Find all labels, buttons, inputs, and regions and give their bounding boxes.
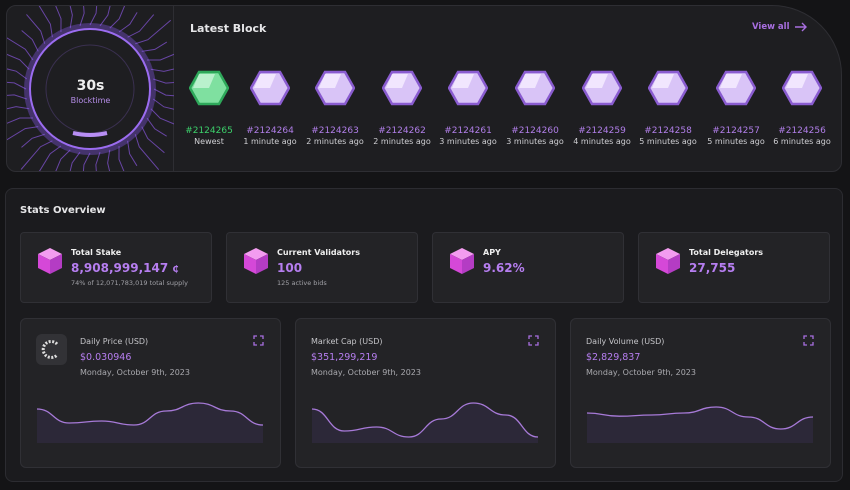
block-number: #2124257 [712, 126, 760, 136]
token-logo [36, 334, 67, 365]
sparkline-area [587, 407, 813, 443]
block-gem-icon [716, 70, 756, 106]
block-item[interactable]: #2124256 6 minutes ago [769, 70, 835, 146]
cube-icon [38, 248, 62, 274]
block-number: #2124258 [644, 126, 692, 136]
chart-label: Daily Volume (USD) [586, 337, 665, 346]
stat-value: 9.62% [483, 261, 525, 275]
chart-date: Monday, October 9th, 2023 [80, 368, 190, 377]
block-time: 6 minutes ago [773, 137, 831, 146]
block-number: #2124259 [578, 126, 626, 136]
chart-value: $351,299,219 [311, 352, 378, 363]
block-gem-icon [448, 70, 488, 106]
view-all-label: View all [752, 22, 790, 32]
block-item[interactable]: #2124259 4 minutes ago [569, 70, 635, 146]
block-gem-icon [315, 70, 355, 106]
chart-value: $0.030946 [80, 352, 132, 363]
stat-subtext: 125 active bids [277, 279, 327, 287]
block-number: #2124265 [185, 126, 233, 136]
blocktime-value: 30s [76, 78, 105, 94]
sparkline-chart [587, 406, 813, 443]
block-item[interactable]: #2124265 Newest [176, 70, 242, 146]
blocktime-label: Blocktime [70, 96, 111, 105]
block-time: Newest [194, 137, 224, 146]
stat-label: Current Validators [277, 248, 360, 257]
chart-value: $2,829,837 [586, 352, 641, 363]
block-time: 4 minutes ago [573, 137, 631, 146]
cube-icon [656, 248, 680, 274]
block-time: 5 minutes ago [707, 137, 765, 146]
chart-label: Market Cap (USD) [311, 337, 383, 346]
sparkline-chart [312, 402, 538, 443]
block-number: #2124256 [778, 126, 826, 136]
latest-block-panel: 30s Blocktime Latest Block View all #212… [6, 5, 842, 172]
view-all-link[interactable]: View all [752, 22, 808, 32]
expand-icon[interactable] [803, 335, 814, 346]
latest-block-title: Latest Block [190, 22, 267, 35]
block-number: #2124262 [378, 126, 426, 136]
sparkline-chart [37, 402, 263, 443]
stat-label: APY [483, 248, 501, 257]
chart-label: Daily Price (USD) [80, 337, 149, 346]
block-time: 3 minutes ago [506, 137, 564, 146]
sparkline-area [312, 403, 538, 443]
block-number: #2124264 [246, 126, 294, 136]
stat-card: Current Validators 100 125 active bids [226, 232, 418, 303]
block-item[interactable]: #2124260 3 minutes ago [502, 70, 568, 146]
block-time: 2 minutes ago [306, 137, 364, 146]
block-gem-icon [582, 70, 622, 106]
stats-overview-panel: Stats Overview Total Stake 8,908,999,147 … [5, 188, 843, 482]
cube-icon [244, 248, 268, 274]
stat-label: Total Stake [71, 248, 122, 257]
block-item[interactable]: #2124262 2 minutes ago [369, 70, 435, 146]
block-time: 1 minute ago [243, 137, 297, 146]
block-item[interactable]: #2124264 1 minute ago [237, 70, 303, 146]
stat-value: 27,755 [689, 261, 736, 275]
cube-icon [450, 248, 474, 274]
block-item[interactable]: #2124263 2 minutes ago [302, 70, 368, 146]
block-number: #2124261 [444, 126, 492, 136]
block-item[interactable]: #2124261 3 minutes ago [435, 70, 501, 146]
arrow-right-icon [795, 22, 808, 32]
block-time: 5 minutes ago [639, 137, 697, 146]
stat-card: APY 9.62% [432, 232, 624, 303]
stats-title: Stats Overview [20, 205, 106, 216]
chart-date: Monday, October 9th, 2023 [311, 368, 421, 377]
stat-card: Total Stake 8,908,999,147 ₵ 74% of 12,071,… [20, 232, 212, 303]
block-gem-icon [515, 70, 555, 106]
block-number: #2124260 [511, 126, 559, 136]
stat-label: Total Delegators [689, 248, 764, 257]
stat-card: Total Delegators 27,755 [638, 232, 830, 303]
chart-card: Daily Price (USD) $0.030946 Monday, Octo… [20, 318, 281, 468]
chart-date: Monday, October 9th, 2023 [586, 368, 696, 377]
block-gem-icon [250, 70, 290, 106]
chart-card: Market Cap (USD) $351,299,219 Monday, Oc… [295, 318, 556, 468]
block-item[interactable]: #2124257 5 minutes ago [703, 70, 769, 146]
block-time: 2 minutes ago [373, 137, 431, 146]
expand-icon[interactable] [528, 335, 539, 346]
expand-icon[interactable] [253, 335, 264, 346]
stat-value: 8,908,999,147 ₵ [71, 261, 179, 275]
block-item[interactable]: #2124258 5 minutes ago [635, 70, 701, 146]
chart-card: Daily Volume (USD) $2,829,837 Monday, Oc… [570, 318, 831, 468]
block-gem-icon [189, 70, 229, 106]
block-number: #2124263 [311, 126, 359, 136]
stat-subtext: 74% of 12,071,783,019 total supply [71, 279, 188, 287]
block-gem-icon [648, 70, 688, 106]
currency-unit: ₵ [172, 265, 179, 275]
block-gem-icon [382, 70, 422, 106]
stat-value: 100 [277, 261, 303, 275]
block-time: 3 minutes ago [439, 137, 497, 146]
blocktime-widget: 30s Blocktime [7, 6, 194, 171]
block-gem-icon [782, 70, 822, 106]
